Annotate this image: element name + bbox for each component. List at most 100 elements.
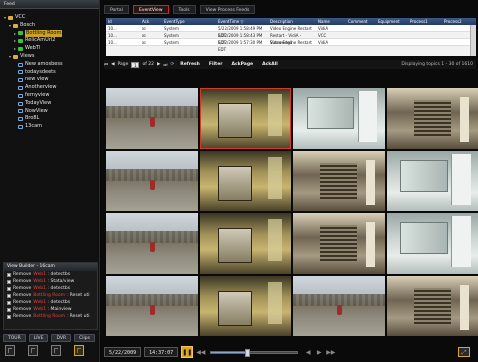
column-header[interactable]: EventTime ▽ — [218, 18, 270, 25]
layout-3x3-icon[interactable] — [51, 345, 61, 356]
tree-item-folder[interactable]: ▾ VCC — [4, 14, 97, 22]
rewind-icon[interactable]: ◀◀ — [196, 349, 205, 356]
timeline-slider[interactable] — [210, 348, 299, 357]
refresh-icon[interactable]: ⟳ — [170, 62, 174, 67]
last-page-icon[interactable]: ⏭ — [163, 62, 167, 68]
tab-tools[interactable]: Tools — [172, 5, 196, 14]
row-checkbox[interactable] — [7, 279, 11, 284]
tree-item-folder[interactable]: ▾ Views — [4, 53, 97, 61]
cam-icon — [18, 39, 23, 44]
event-cell[interactable]: ☒ — [142, 39, 164, 45]
event-table-scrollbar[interactable] — [470, 25, 476, 56]
play-icon[interactable]: ▶ — [315, 349, 323, 356]
column-header[interactable]: EventType — [164, 18, 218, 25]
remove-link[interactable]: Remove — [13, 313, 31, 320]
step-back-icon[interactable]: ◀ — [304, 349, 312, 356]
camera-feed-tile[interactable] — [199, 150, 291, 211]
camera-feed-tile[interactable] — [293, 275, 385, 336]
dvr-button[interactable]: DVR — [51, 334, 72, 342]
clips-button[interactable]: Clips — [74, 334, 95, 342]
tree-item-view[interactable]: Anotherview — [4, 84, 97, 92]
row-checkbox[interactable] — [7, 300, 11, 305]
camera-feed-tile[interactable] — [386, 213, 478, 274]
camera-feed-tile[interactable] — [386, 150, 478, 211]
row-checkbox[interactable] — [7, 272, 11, 277]
filter-button[interactable]: Filter — [206, 61, 226, 68]
camera-feed-tile[interactable] — [293, 88, 385, 149]
tree-item-view[interactable]: new view — [4, 76, 97, 84]
layout-4x4-icon[interactable] — [74, 345, 84, 356]
tree-item-cam[interactable]: ▸ Bottling Room — [4, 29, 97, 38]
tree-item-folder[interactable]: ▾ Bosch — [4, 22, 97, 30]
pause-button[interactable]: ❚❚ — [181, 346, 194, 358]
column-header[interactable]: Ack — [142, 18, 164, 25]
remove-link[interactable]: Remove — [13, 306, 31, 313]
column-header[interactable]: Equipment — [378, 18, 410, 25]
next-page-icon[interactable]: ▶ — [157, 62, 160, 67]
remove-link[interactable]: Remove — [13, 278, 31, 285]
remove-link[interactable]: Remove — [13, 292, 31, 299]
event-row[interactable]: 10... ☒ System 5/22/2009 1:58:43 PM EDT Rest… — [106, 32, 476, 45]
column-header[interactable]: Comment — [348, 18, 378, 25]
event-row[interactable]: 10... ☒ System 5/22/2009 1:57:30 PM EDT Vide… — [106, 39, 476, 52]
tree-item-label: fernyview — [25, 91, 50, 98]
tree-item-view[interactable]: NowView — [4, 108, 97, 116]
remove-link[interactable]: Remove — [13, 271, 31, 278]
tree-item-view[interactable]: todaysdeets — [4, 69, 97, 77]
camera-feed-tile[interactable] — [293, 150, 385, 211]
tree-item-view[interactable]: Bro8L — [4, 115, 97, 123]
camera-feed-tile[interactable] — [199, 88, 291, 149]
first-page-icon[interactable]: ⏮ — [104, 62, 108, 68]
tree-item-cam[interactable]: ▸ WebTl — [4, 45, 97, 53]
tree-item-view[interactable]: New amosbess — [4, 61, 97, 69]
time-display[interactable]: 14:37:07 — [144, 347, 179, 357]
event-cell[interactable]: ☒ — [142, 25, 164, 31]
date-display[interactable]: 5/22/2009 — [104, 347, 142, 357]
tab-view-process-feeds[interactable]: View Process Feeds — [199, 5, 256, 14]
column-header[interactable]: Name — [318, 18, 348, 25]
row-checkbox[interactable] — [7, 286, 11, 291]
row-checkbox[interactable] — [7, 314, 11, 319]
fast-forward-icon[interactable]: ▶▶ — [326, 349, 335, 356]
camera-feed-tile[interactable] — [293, 213, 385, 274]
live-button[interactable]: LIVE — [28, 334, 49, 342]
remove-link[interactable]: Remove — [13, 285, 31, 292]
camera-feed-tile[interactable] — [106, 275, 198, 336]
ackpage-button[interactable]: AckPage — [228, 61, 256, 68]
tab-eventview[interactable]: EventView — [132, 5, 169, 14]
fullscreen-button[interactable]: ⤢ — [458, 347, 470, 357]
row-checkbox[interactable] — [7, 307, 11, 312]
tree-item-cam[interactable]: ▸ RelicAmUrl2 — [4, 37, 97, 45]
event-cell — [410, 32, 444, 38]
column-header[interactable]: Process1 — [410, 18, 444, 25]
event-row[interactable]: 10... ☒ System 5/22/2009 1:58:49 PM EDT Vide… — [106, 25, 476, 38]
tree-item-view[interactable]: fernyview — [4, 92, 97, 100]
ackall-button[interactable]: AckAll — [259, 61, 281, 68]
camera-feed-tile[interactable] — [386, 88, 478, 149]
column-header[interactable]: Description — [270, 18, 318, 25]
camera-feed-tile[interactable] — [106, 88, 198, 149]
folder-icon — [13, 54, 18, 59]
column-header[interactable]: Process2 — [444, 18, 476, 25]
layout-1x1-icon[interactable] — [5, 345, 15, 356]
page-input[interactable]: 1 — [131, 61, 140, 68]
remove-link[interactable]: Remove — [13, 299, 31, 306]
camera-feed-tile[interactable] — [199, 213, 291, 274]
tour-button[interactable]: TOUR — [3, 334, 26, 342]
column-header[interactable]: Id — [106, 18, 132, 25]
camera-feed-tile[interactable] — [199, 275, 291, 336]
refresh-button[interactable]: Refresh — [177, 61, 203, 68]
camera-feed-tile[interactable] — [106, 213, 198, 274]
tree-item-view[interactable]: 13cam — [4, 123, 97, 131]
tree-item-view[interactable]: TodayView — [4, 100, 97, 108]
layout-2x2-icon[interactable] — [28, 345, 38, 356]
folder-icon — [13, 23, 18, 28]
column-header[interactable] — [132, 18, 142, 25]
camera-feed-tile[interactable] — [386, 275, 478, 336]
row-checkbox[interactable] — [7, 293, 11, 298]
event-cell[interactable]: ☒ — [142, 32, 164, 38]
tab-portal[interactable]: Portal — [104, 5, 129, 14]
timeline-knob[interactable] — [245, 348, 251, 357]
camera-feed-tile[interactable] — [106, 150, 198, 211]
prev-page-icon[interactable]: ◀ — [111, 62, 114, 67]
